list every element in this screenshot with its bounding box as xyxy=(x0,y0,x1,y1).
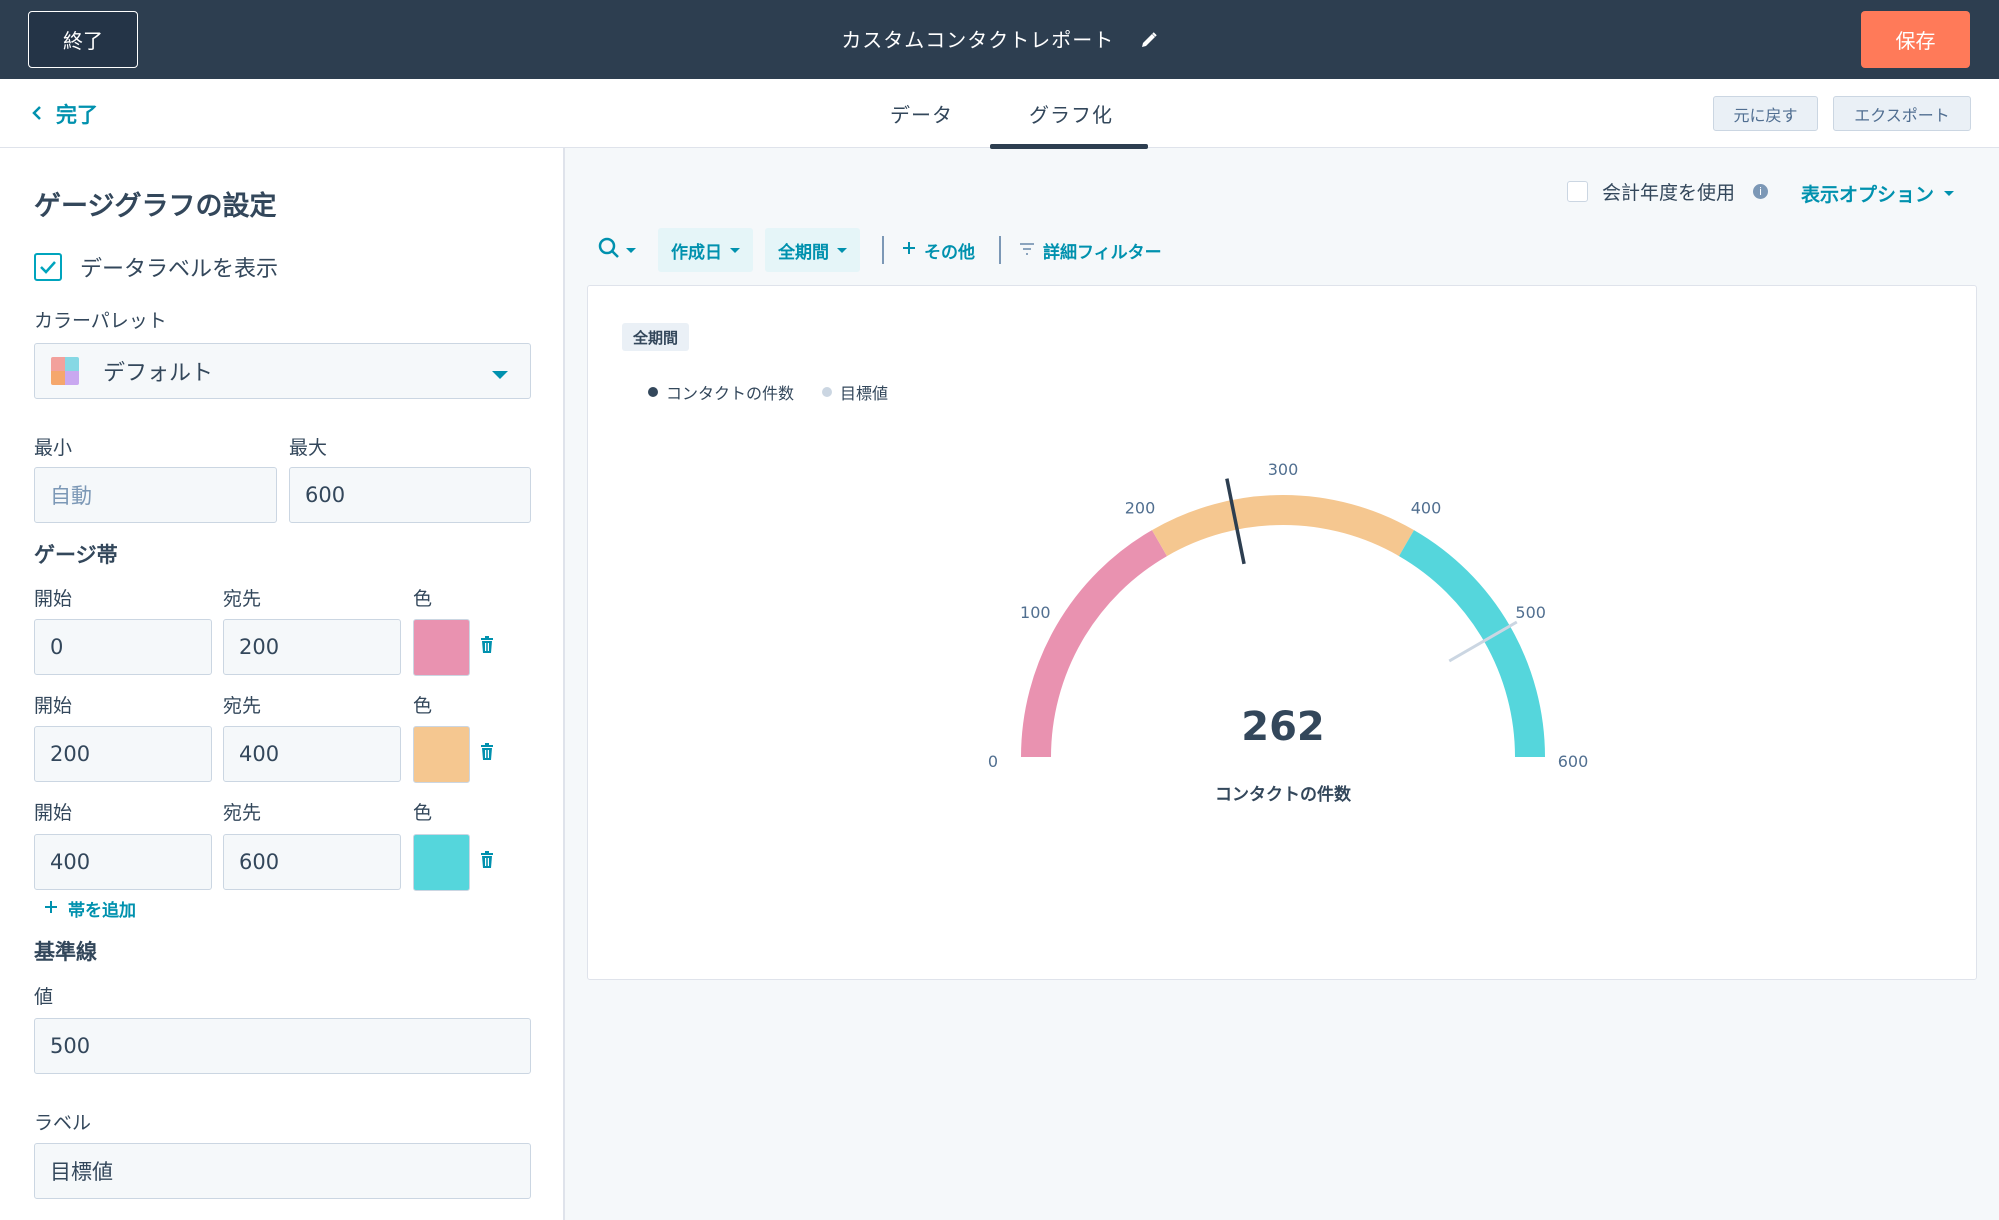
band-end-label: 宛先 xyxy=(223,802,262,824)
fiscal-year-toggle[interactable]: 会計年度を使用 i xyxy=(1567,178,1769,205)
filter-chip-label: 全期間 xyxy=(778,242,829,263)
band-start-label: 開始 xyxy=(34,695,73,717)
undo-button[interactable]: 元に戻す xyxy=(1713,96,1818,131)
gauge-value: 262 xyxy=(1241,704,1325,750)
chevron-down-icon xyxy=(837,247,847,253)
max-label: 最大 xyxy=(289,437,328,459)
export-button[interactable]: エクスポート xyxy=(1833,96,1971,131)
band-color-swatch[interactable] xyxy=(413,619,470,676)
band-color-label: 色 xyxy=(413,802,433,824)
gauge-value-label: コンタクトの件数 xyxy=(1215,784,1352,805)
show-data-labels-row[interactable]: データラベルを表示 xyxy=(34,251,278,283)
chevron-down-icon xyxy=(492,371,508,379)
show-data-labels-label: データラベルを表示 xyxy=(80,257,279,282)
settings-panel: ゲージグラフの設定 データラベルを表示 カラーパレット デフォルト 最小 最大 … xyxy=(0,148,565,1220)
filter-icon xyxy=(1019,240,1035,260)
chart-card: 全期間 コンタクトの件数 目標値 0 100 200 300 400 500 600 262 コ… xyxy=(587,285,1977,980)
baseline-value-input[interactable]: 500 xyxy=(34,1018,531,1074)
max-input[interactable]: 600 xyxy=(289,467,531,523)
band-end-input[interactable]: 200 xyxy=(223,619,401,675)
chevron-left-icon xyxy=(32,102,42,126)
baseline-value-label: 値 xyxy=(34,986,54,1008)
trash-icon[interactable] xyxy=(479,743,495,761)
fiscal-year-checkbox[interactable] xyxy=(1567,181,1588,202)
back-link[interactable]: 完了 xyxy=(32,99,98,129)
display-options-label: 表示オプション xyxy=(1801,184,1935,206)
filter-chip-label: 作成日 xyxy=(671,242,722,263)
advanced-filter-label: 詳細フィルター xyxy=(1043,242,1162,263)
pencil-icon[interactable] xyxy=(1140,30,1158,54)
band-start-label: 開始 xyxy=(34,802,73,824)
filter-bar: 作成日 全期間 その他 詳細フィルター xyxy=(598,228,1162,272)
tab-data[interactable]: データ xyxy=(890,99,953,128)
report-title[interactable]: カスタムコンタクトレポート xyxy=(0,24,1999,54)
search-button[interactable] xyxy=(598,237,636,263)
top-bar: 終了 カスタムコンタクトレポート 保存 xyxy=(0,0,1999,79)
sub-bar: 完了 データ グラフ化 元に戻す エクスポート xyxy=(0,79,1999,149)
band-end-label: 宛先 xyxy=(223,588,262,610)
band-color-label: 色 xyxy=(413,695,433,717)
palette-swatch-icon xyxy=(51,357,79,385)
display-options-dropdown[interactable]: 表示オプション xyxy=(1801,180,1955,207)
min-label: 最小 xyxy=(34,437,73,459)
min-input[interactable]: 自動 xyxy=(34,467,277,523)
show-data-labels-checkbox[interactable] xyxy=(34,253,62,281)
fiscal-year-label: 会計年度を使用 xyxy=(1602,182,1736,204)
more-filters-button[interactable]: その他 xyxy=(902,238,975,263)
gauge-tick-label: 500 xyxy=(1515,603,1546,622)
palette-label: カラーパレット xyxy=(34,310,167,332)
add-band-label: 帯を追加 xyxy=(68,901,136,921)
band-end-input[interactable]: 400 xyxy=(223,726,401,782)
report-title-text: カスタムコンタクトレポート xyxy=(841,28,1115,52)
divider xyxy=(999,236,1001,264)
filter-chip-period[interactable]: 全期間 xyxy=(765,228,860,272)
check-icon xyxy=(40,261,56,274)
settings-title: ゲージグラフの設定 xyxy=(34,191,277,222)
chevron-down-icon xyxy=(730,247,740,253)
band-color-swatch[interactable] xyxy=(413,726,470,783)
gauge-tick-label: 200 xyxy=(1125,498,1156,517)
more-filters-label: その他 xyxy=(924,242,975,263)
band-start-input[interactable]: 400 xyxy=(34,834,212,890)
gauge-tick-label: 0 xyxy=(988,752,998,771)
trash-icon[interactable] xyxy=(479,851,495,869)
advanced-filter-button[interactable]: 詳細フィルター xyxy=(1019,238,1162,263)
filter-chip-created-date[interactable]: 作成日 xyxy=(658,228,753,272)
band-start-label: 開始 xyxy=(34,588,73,610)
palette-value: デフォルト xyxy=(103,361,214,386)
tab-chart[interactable]: グラフ化 xyxy=(1029,99,1113,128)
band-start-input[interactable]: 0 xyxy=(34,619,212,675)
band-start-input[interactable]: 200 xyxy=(34,726,212,782)
gauge-chart: 0 100 200 300 400 500 600 262 コンタクトの件数 xyxy=(988,460,1589,805)
baseline-heading: 基準線 xyxy=(34,940,97,964)
baseline-label-label: ラベル xyxy=(34,1112,92,1134)
band-end-label: 宛先 xyxy=(223,695,262,717)
gauge-tick-label: 100 xyxy=(1020,603,1051,622)
info-icon[interactable]: i xyxy=(1753,184,1769,199)
bands-heading: ゲージ帯 xyxy=(34,543,118,567)
chevron-down-icon xyxy=(626,247,636,253)
baseline-label-input[interactable]: 目標値 xyxy=(34,1143,531,1199)
gauge-tick-label: 400 xyxy=(1411,498,1442,517)
gauge-tick-label: 300 xyxy=(1268,460,1299,479)
band-color-label: 色 xyxy=(413,588,433,610)
gauge-band xyxy=(1021,530,1168,758)
active-tab-indicator xyxy=(990,144,1148,149)
band-end-input[interactable]: 600 xyxy=(223,834,401,890)
chevron-down-icon xyxy=(1944,191,1955,196)
add-band-button[interactable]: 帯を追加 xyxy=(44,896,136,921)
gauge-tick-label: 600 xyxy=(1558,752,1589,771)
back-link-label: 完了 xyxy=(56,103,98,127)
palette-select[interactable]: デフォルト xyxy=(34,343,531,399)
plus-icon xyxy=(44,899,58,919)
save-button[interactable]: 保存 xyxy=(1861,11,1970,68)
divider xyxy=(882,236,884,264)
plus-icon xyxy=(902,240,916,260)
gauge-band xyxy=(1152,495,1414,557)
search-icon xyxy=(598,237,620,263)
trash-icon[interactable] xyxy=(479,636,495,654)
band-color-swatch[interactable] xyxy=(413,834,470,891)
